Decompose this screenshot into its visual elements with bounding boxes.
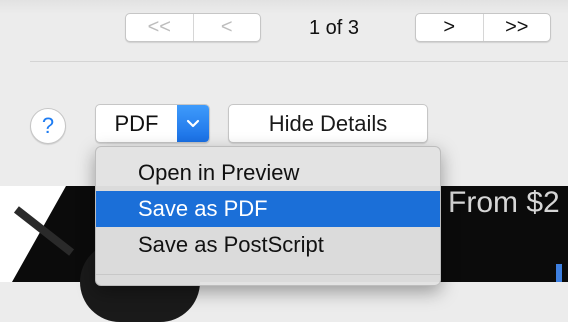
divider <box>30 61 568 62</box>
previous-page-button[interactable]: < <box>192 14 261 41</box>
chevron-down-icon[interactable] <box>177 105 209 142</box>
preview-accent-bar <box>556 264 562 282</box>
help-button[interactable]: ? <box>30 108 66 144</box>
menu-item-open-in-preview[interactable]: Open in Preview <box>96 155 440 191</box>
hide-details-button[interactable]: Hide Details <box>228 104 428 143</box>
menu-separator <box>96 274 440 275</box>
menu-item-save-as-postscript[interactable]: Save as PostScript <box>96 227 440 263</box>
last-page-button[interactable]: >> <box>482 14 551 41</box>
back-pagination-group: << < <box>125 13 261 42</box>
page-indicator: 1 of 3 <box>309 17 360 39</box>
help-icon: ? <box>41 113 55 138</box>
forward-pagination-group: > >> <box>415 13 551 42</box>
first-page-button[interactable]: << <box>126 14 193 41</box>
preview-text: From $2 <box>448 186 560 219</box>
pdf-menu-button[interactable]: PDF <box>95 104 210 143</box>
sheet-top-shade <box>0 0 568 14</box>
pdf-dropdown-menu: Open in Preview Save as PDF Save as Post… <box>95 146 441 286</box>
next-page-button[interactable]: > <box>416 14 483 41</box>
menu-item-save-as-pdf[interactable]: Save as PDF <box>96 191 440 227</box>
pdf-button-label: PDF <box>114 110 159 136</box>
